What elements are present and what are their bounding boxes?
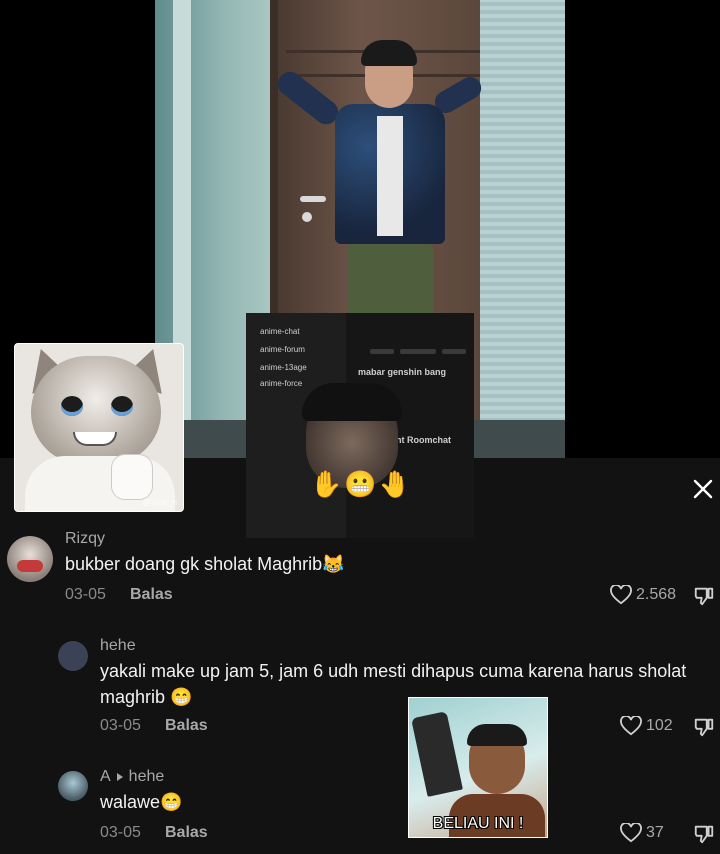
reply-author-line: A hehe xyxy=(100,768,164,786)
sidebar-item: anime-chat xyxy=(260,327,300,336)
dislike-icon[interactable] xyxy=(693,716,715,738)
comment-date: 03-05 xyxy=(100,717,141,734)
thumbs-up-icon xyxy=(111,454,153,500)
reply-button[interactable]: Balas xyxy=(130,586,173,604)
avatar[interactable] xyxy=(7,536,53,582)
sticker-watermark: @vyntr_n xyxy=(142,498,177,507)
reply-to-author[interactable]: hehe xyxy=(129,768,165,786)
hands-grimace-emoji: ✋😬🤚 xyxy=(310,469,414,499)
like-count: 2.568 xyxy=(636,586,677,603)
reply-button[interactable]: Balas xyxy=(165,717,208,735)
reply-arrow-icon xyxy=(116,773,123,781)
like-count: 102 xyxy=(646,717,673,734)
reply-button[interactable]: Balas xyxy=(165,824,208,842)
avatar[interactable] xyxy=(58,641,88,671)
like-button[interactable]: 37 xyxy=(620,823,664,843)
heart-icon xyxy=(620,823,642,843)
comment-date: 03-05 xyxy=(65,586,106,603)
comment-author[interactable]: hehe xyxy=(100,637,136,655)
comment-date: 03-05 xyxy=(100,824,141,841)
sticker-caption: BELIAU INI ! xyxy=(432,815,524,832)
sticker-crying-cat: @vyntr_n xyxy=(14,343,184,512)
sticker-gun-guy: BELIAU INI ! xyxy=(408,697,548,838)
heart-icon xyxy=(620,716,642,736)
dislike-icon[interactable] xyxy=(693,823,715,845)
close-icon xyxy=(693,479,713,499)
dislike-icon[interactable] xyxy=(693,585,715,607)
screen-subtitle: nt Roomchat xyxy=(396,435,451,445)
like-button[interactable]: 102 xyxy=(620,716,673,736)
heart-icon xyxy=(610,585,632,605)
avatar[interactable] xyxy=(58,771,88,801)
screen-title: mabar genshin bang xyxy=(358,367,447,377)
comment-text: bukber doang gk sholat Maghrib😹 xyxy=(65,554,345,574)
comment-author[interactable]: A xyxy=(100,768,111,786)
like-button[interactable]: 2.568 xyxy=(610,585,676,605)
comment-author[interactable]: Rizqy xyxy=(65,530,105,548)
video-wall-right xyxy=(480,0,565,458)
sidebar-item: anime-force xyxy=(260,379,303,388)
comment-text: walawe😁 xyxy=(100,792,183,812)
like-count: 37 xyxy=(646,824,664,841)
sticker-screen-guy: anime-chat anime-forum anime-13age anime… xyxy=(246,313,474,538)
gun-icon xyxy=(411,711,463,797)
sidebar-item: anime-13age xyxy=(260,363,307,372)
sidebar-item: anime-forum xyxy=(260,345,305,354)
close-button[interactable] xyxy=(690,476,716,502)
